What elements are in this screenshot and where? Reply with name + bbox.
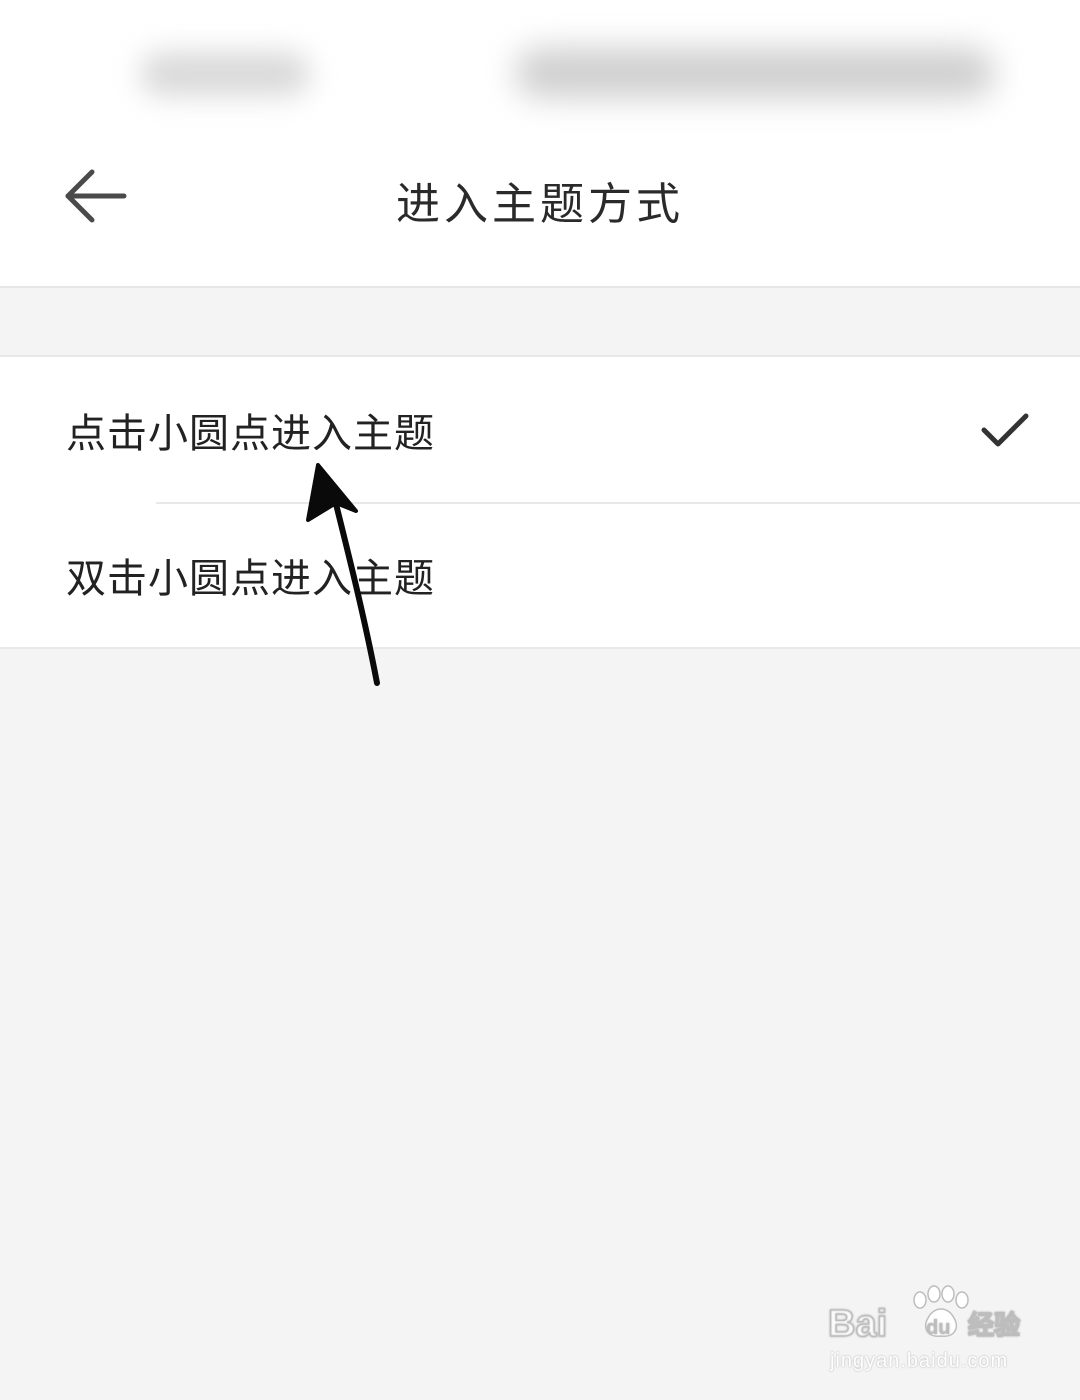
header-bar: 进入主题方式 <box>0 140 1080 288</box>
option-single-click[interactable]: 点击小圆点进入主题 <box>0 357 1080 502</box>
svg-text:经验: 经验 <box>968 1310 1020 1341</box>
svg-text:du: du <box>926 1317 950 1339</box>
status-time-blurred <box>140 52 310 96</box>
watermark: Bai du 经验 jingyan.baidu.com <box>826 1284 1026 1380</box>
option-label: 点击小圆点进入主题 <box>66 410 435 457</box>
watermark-url: jingyan.baidu.com <box>830 1350 1009 1372</box>
status-icons-blurred <box>515 48 995 98</box>
checkmark-icon <box>981 413 1029 446</box>
option-double-click[interactable]: 双击小圆点进入主题 <box>0 502 1080 647</box>
option-label: 双击小圆点进入主题 <box>66 555 435 602</box>
baidu-jingyan-logo: Bai du 经验 <box>827 1285 1021 1344</box>
page-title: 进入主题方式 <box>396 179 684 230</box>
option-list: 点击小圆点进入主题 双击小圆点进入主题 <box>0 355 1080 649</box>
status-bar <box>0 0 1080 140</box>
svg-text:Bai: Bai <box>828 1303 887 1344</box>
